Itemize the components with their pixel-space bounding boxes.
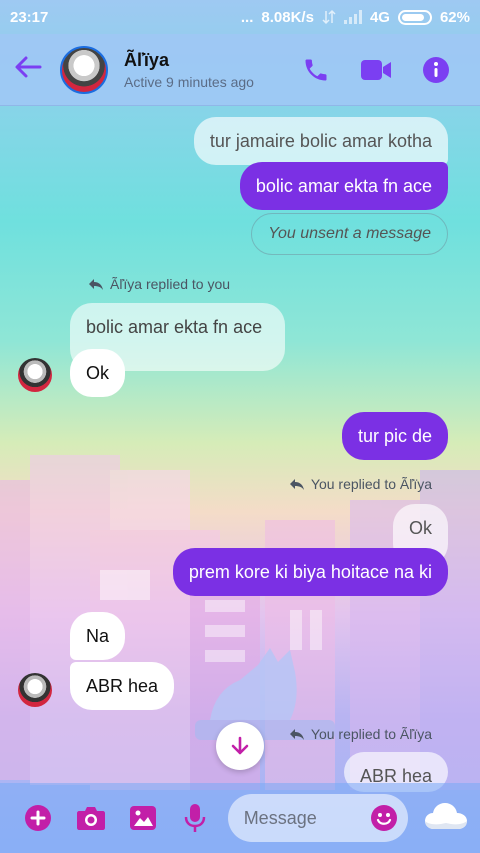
- back-button[interactable]: [14, 53, 60, 87]
- message-sent[interactable]: prem kore ki biya hoitace na ki: [172, 548, 448, 596]
- contact-avatar-small[interactable]: [18, 673, 52, 707]
- network-speed: 8.08K/s: [261, 8, 314, 26]
- status-time: 23:17: [10, 8, 49, 26]
- image-icon: [130, 806, 157, 830]
- call-button[interactable]: [286, 56, 346, 84]
- more-actions-button[interactable]: [12, 804, 64, 832]
- reply-note-text: You replied to Ãľïya: [310, 476, 432, 492]
- reply-note-text: You replied to Ãľïya: [310, 726, 432, 742]
- mic-icon: [185, 804, 206, 832]
- network-type: 4G: [369, 8, 390, 26]
- info-button[interactable]: [406, 56, 466, 84]
- contact-info[interactable]: Ãľïya Active 9 minutes ago: [124, 50, 286, 90]
- back-arrow-icon: [15, 56, 42, 77]
- message-received[interactable]: Na: [70, 612, 126, 660]
- phone-icon: [305, 59, 327, 80]
- message-sent[interactable]: bolic amar ekta fn ace: [239, 162, 448, 210]
- contact-status: Active 9 minutes ago: [124, 73, 254, 90]
- reply-note: You replied to Ãľïya: [289, 476, 432, 492]
- voice-button[interactable]: [169, 803, 221, 833]
- message-sent[interactable]: tur pic de: [341, 412, 448, 460]
- plus-icon: [25, 805, 52, 831]
- message-field[interactable]: [227, 794, 408, 842]
- reply-note: Ãľïya replied to you: [88, 276, 230, 292]
- reply-note-text: Ãľïya replied to you: [110, 276, 231, 292]
- camera-button[interactable]: [64, 805, 116, 831]
- message-input[interactable]: [243, 807, 370, 829]
- camera-icon: [76, 807, 105, 830]
- message-received[interactable]: ABR hea: [70, 662, 175, 710]
- video-call-button[interactable]: [346, 57, 406, 83]
- status-bar: 23:17 ... 8.08K/s 4G 62%: [0, 0, 480, 34]
- status-right: ... 8.08K/s 4G 62%: [241, 9, 470, 26]
- chevron-down-icon: [231, 736, 249, 755]
- data-arrows-icon: [322, 9, 336, 25]
- cloud-icon: [424, 802, 467, 829]
- contact-avatar-small[interactable]: [18, 358, 52, 392]
- unsent-message: You unsent a message: [251, 213, 448, 255]
- reply-arrow-icon: [89, 279, 103, 290]
- gallery-button[interactable]: [117, 805, 169, 831]
- message-sent[interactable]: tur jamaire bolic amar kotha: [193, 117, 448, 165]
- contact-avatar[interactable]: [60, 45, 108, 94]
- chat-header: Ãľïya Active 9 minutes ago: [0, 34, 480, 106]
- emoji-icon[interactable]: [370, 804, 398, 832]
- scroll-to-bottom-button[interactable]: [216, 722, 264, 770]
- contact-name: Ãľïya: [124, 49, 169, 70]
- battery-icon: [397, 9, 432, 25]
- message-received[interactable]: Ok: [70, 349, 126, 397]
- signal-icon: [343, 10, 362, 24]
- reply-note: You replied to Ãľïya: [289, 726, 432, 742]
- reply-arrow-icon: [289, 479, 304, 490]
- info-icon: [423, 56, 449, 83]
- reply-arrow-icon: [289, 729, 304, 740]
- quick-reaction-button[interactable]: [424, 801, 468, 836]
- video-icon: [361, 59, 391, 80]
- status-dots: ...: [240, 8, 254, 26]
- composer-bar: [0, 783, 480, 853]
- battery-percent: 62%: [439, 8, 470, 26]
